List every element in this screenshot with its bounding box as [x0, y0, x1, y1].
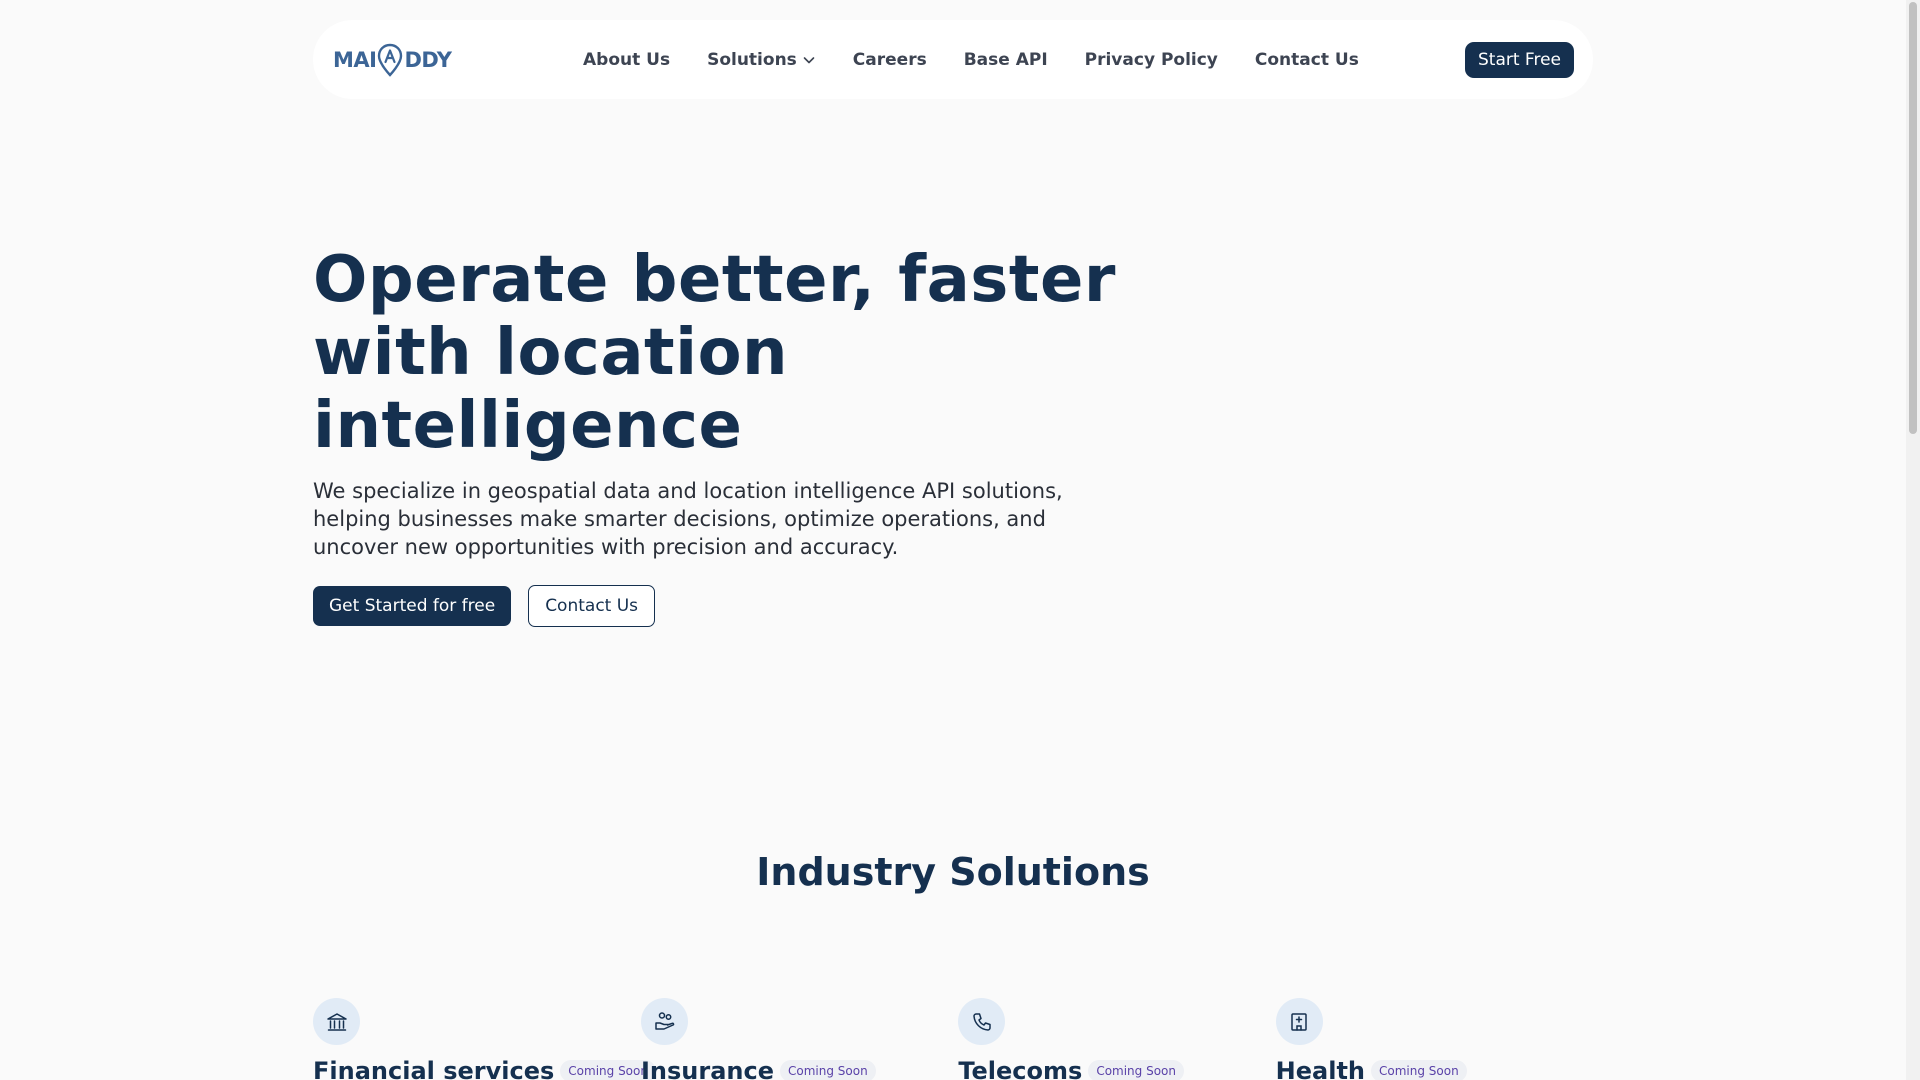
top-navbar: MAI DDY About Us Solutions Careers Base … [313, 20, 1593, 99]
coming-soon-badge: Coming Soon [1371, 1060, 1467, 1080]
nav-contact-us[interactable]: Contact Us [1255, 50, 1359, 70]
logo-text-left: MAI [333, 48, 377, 72]
hero-title: Operate better, faster with location int… [313, 243, 1116, 463]
industry-card-financial[interactable]: Financial services Coming Soon [313, 998, 656, 1080]
bank-icon [313, 998, 360, 1045]
location-pin-icon [378, 43, 403, 77]
primary-nav: About Us Solutions Careers Base API Priv… [583, 20, 1396, 99]
industry-cards: Financial services Coming Soon Insurance… [313, 998, 1593, 1080]
nav-about-us[interactable]: About Us [583, 50, 670, 70]
phone-icon [958, 998, 1006, 1045]
page: MAI DDY About Us Solutions Careers Base … [0, 0, 1906, 1080]
nav-privacy-policy[interactable]: Privacy Policy [1085, 50, 1218, 70]
logo-text-right: DDY [404, 48, 452, 72]
hand-coins-icon [641, 998, 688, 1045]
start-free-button[interactable]: Start Free [1464, 42, 1574, 78]
industry-card-health[interactable]: Health Coming Soon [1275, 998, 1593, 1080]
page-scrollbar[interactable] [1906, 0, 1920, 1080]
contact-us-button[interactable]: Contact Us [528, 585, 656, 627]
industry-card-insurance[interactable]: Insurance Coming Soon [641, 998, 958, 1080]
nav-careers[interactable]: Careers [853, 50, 927, 70]
industry-name: Health [1275, 1057, 1365, 1080]
nav-solutions-label: Solutions [707, 49, 797, 70]
hospital-icon [1275, 998, 1323, 1045]
nav-solutions[interactable]: Solutions [707, 50, 816, 70]
hero-section: Operate better, faster with location int… [313, 244, 1133, 627]
industry-name: Financial services [313, 1057, 555, 1080]
coming-soon-badge: Coming Soon [780, 1060, 876, 1080]
industry-name: Telecoms [958, 1057, 1083, 1080]
hero-cta-row: Get Started for free Contact Us [313, 585, 1133, 627]
hero-description: We specialize in geospatial data and loc… [313, 479, 1063, 559]
scrollbar-thumb[interactable] [1909, 2, 1917, 434]
logo[interactable]: MAI DDY [333, 42, 452, 78]
chevron-down-icon [803, 56, 815, 63]
industry-name: Insurance [641, 1057, 775, 1080]
industry-solutions-title: Industry Solutions [756, 850, 1150, 894]
coming-soon-badge: Coming Soon [1088, 1060, 1184, 1080]
industry-card-telecoms[interactable]: Telecoms Coming Soon [958, 998, 1275, 1080]
get-started-button[interactable]: Get Started for free [313, 586, 512, 626]
logo-wordmark: MAI DDY [333, 43, 452, 77]
nav-base-api[interactable]: Base API [964, 50, 1048, 70]
